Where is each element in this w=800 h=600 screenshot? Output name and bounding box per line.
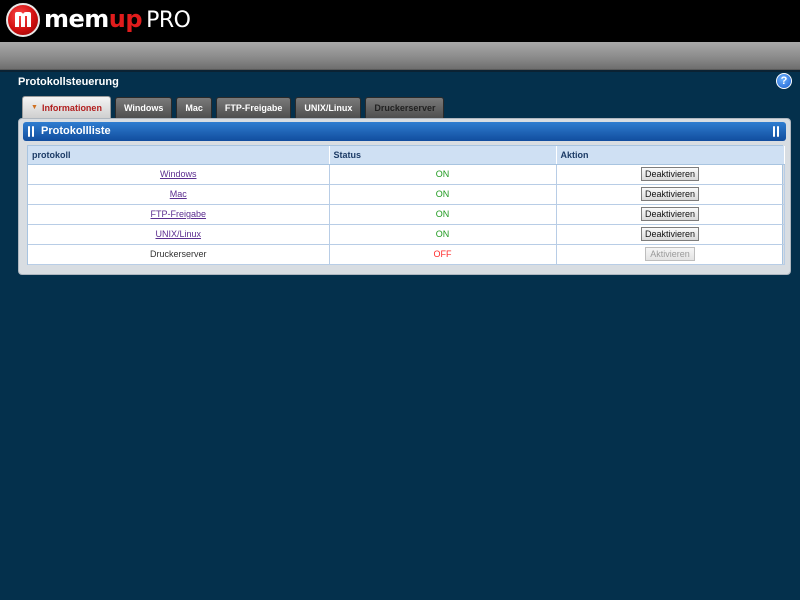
protocol-cell: UNIX/Linux	[28, 224, 330, 245]
table-row: Mac ON Deaktivieren	[28, 184, 785, 205]
action-cell: Deaktivieren	[556, 184, 785, 205]
tab-unix-linux[interactable]: UNIX/Linux	[295, 97, 362, 118]
column-header-aktion: Aktion	[556, 146, 785, 165]
action-cell: Deaktivieren	[556, 164, 785, 185]
deactivate-windows-button[interactable]: Deaktivieren	[641, 167, 699, 181]
status-cell: ON	[329, 204, 557, 225]
protocol-cell: FTP-Freigabe	[28, 204, 330, 225]
protocol-link-mac[interactable]: Mac	[170, 189, 187, 199]
protocol-cell: Windows	[28, 164, 330, 185]
tab-mac[interactable]: Mac	[176, 97, 212, 118]
protocol-cell: Mac	[28, 184, 330, 205]
panel-title: Protokollliste	[41, 125, 111, 137]
tab-informationen[interactable]: ▼ Informationen	[22, 96, 111, 118]
deactivate-mac-button[interactable]: Deaktivieren	[641, 187, 699, 201]
tab-windows[interactable]: Windows	[114, 97, 173, 118]
tab-ftp-freigabe[interactable]: FTP-Freigabe	[215, 97, 292, 118]
protocol-table: protokoll Status Aktion Windows ON Deakt…	[28, 146, 785, 265]
tab-bar: ▼ Informationen Windows Mac FTP-Freigabe…	[22, 96, 448, 119]
page-title: Protokollsteuerung	[18, 76, 119, 88]
help-icon[interactable]: ?	[776, 73, 792, 89]
protocol-cell: Druckerserver	[28, 244, 330, 265]
table-row: Druckerserver OFF Aktivieren	[28, 244, 785, 265]
action-cell: Deaktivieren	[556, 204, 785, 225]
logo-badge-icon	[6, 3, 40, 37]
table-row: Windows ON Deaktivieren	[28, 164, 785, 185]
tab-label: Mac	[185, 103, 203, 113]
deactivate-unix-button[interactable]: Deaktivieren	[641, 227, 699, 241]
logo-text-mem: mem	[44, 5, 109, 33]
table-header-row: protokoll Status Aktion	[28, 146, 785, 165]
logo-text-pro: PRO	[146, 8, 191, 33]
top-header: memup PRO	[0, 0, 800, 42]
logo-text-up: up	[108, 5, 143, 33]
grip-right-icon[interactable]	[773, 126, 781, 137]
protocol-table-wrapper: protokoll Status Aktion Windows ON Deakt…	[27, 145, 785, 265]
tab-label: Druckerserver	[374, 103, 436, 113]
activate-druckerserver-button[interactable]: Aktivieren	[645, 247, 695, 261]
logo-text: memup PRO	[44, 2, 191, 38]
grip-left-icon[interactable]	[28, 126, 36, 137]
tab-label: Windows	[123, 103, 164, 113]
status-cell: ON	[329, 184, 557, 205]
logo: memup PRO	[6, 2, 191, 38]
table-row: FTP-Freigabe ON Deaktivieren	[28, 204, 785, 225]
status-cell: ON	[329, 164, 557, 185]
protocol-link-unix-linux[interactable]: UNIX/Linux	[155, 229, 201, 239]
tab-druckerserver[interactable]: Druckerserver	[365, 97, 445, 118]
tab-active-arrow-icon: ▼	[31, 103, 38, 111]
tab-label: UNIX/Linux	[304, 103, 353, 113]
header-divider	[0, 70, 800, 72]
action-cell: Deaktivieren	[556, 224, 785, 245]
protocol-link-ftp-freigabe[interactable]: FTP-Freigabe	[150, 209, 206, 219]
panel-header: Protokollliste	[23, 122, 786, 141]
column-header-status[interactable]: Status	[329, 146, 557, 165]
status-cell: OFF	[329, 244, 557, 265]
tab-label: FTP-Freigabe	[224, 103, 283, 113]
deactivate-ftp-button[interactable]: Deaktivieren	[641, 207, 699, 221]
column-header-protokoll[interactable]: protokoll	[28, 146, 330, 165]
protocol-panel: Protokollliste protokoll Status Aktion W…	[18, 118, 791, 275]
action-cell: Aktivieren	[556, 244, 785, 265]
header-band	[0, 42, 800, 70]
status-cell: ON	[329, 224, 557, 245]
table-row: UNIX/Linux ON Deaktivieren	[28, 224, 785, 245]
tab-label: Informationen	[41, 102, 102, 113]
protocol-link-windows[interactable]: Windows	[160, 169, 197, 179]
